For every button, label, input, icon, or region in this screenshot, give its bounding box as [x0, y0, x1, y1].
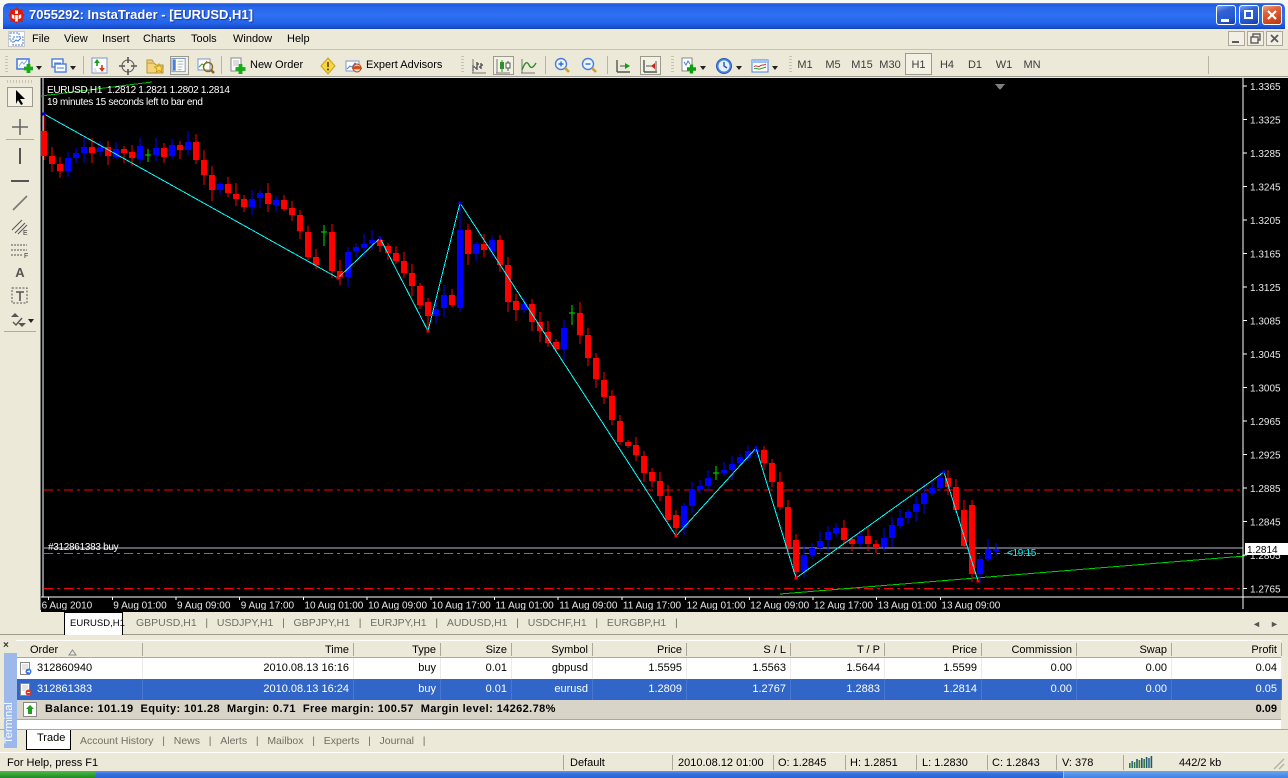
svg-text:9 Aug 17:00: 9 Aug 17:00	[241, 601, 295, 611]
svg-text:1.3165: 1.3165	[1250, 250, 1281, 261]
svg-text:1.2965: 1.2965	[1250, 417, 1281, 428]
svg-text:11 Aug 17:00: 11 Aug 17:00	[623, 601, 682, 611]
svg-text:1.3125: 1.3125	[1250, 283, 1281, 294]
svg-text:1.2845: 1.2845	[1250, 518, 1281, 529]
svg-text:1.3325: 1.3325	[1250, 116, 1281, 127]
svg-text:1.2765: 1.2765	[1250, 585, 1281, 596]
svg-text:<19:15: <19:15	[1007, 548, 1037, 559]
svg-text:9 Aug 09:00: 9 Aug 09:00	[177, 601, 231, 611]
svg-text:10 Aug 01:00: 10 Aug 01:00	[304, 601, 363, 611]
svg-text:F: F	[24, 253, 28, 259]
svg-text:1.2814: 1.2814	[1247, 545, 1278, 556]
svg-text:12 Aug 17:00: 12 Aug 17:00	[814, 601, 873, 611]
svg-text:12 Aug 01:00: 12 Aug 01:00	[687, 601, 746, 611]
svg-text:EURUSD,H1 1.2812 1.2821 1.280: EURUSD,H1 1.2812 1.2821 1.2802 1.2814	[47, 85, 230, 96]
svg-text:11 Aug 09:00: 11 Aug 09:00	[559, 601, 618, 611]
svg-text:13 Aug 01:00: 13 Aug 01:00	[878, 601, 937, 611]
svg-text:13 Aug 09:00: 13 Aug 09:00	[941, 601, 1000, 611]
svg-text:1.3045: 1.3045	[1250, 350, 1281, 361]
svg-text:1.2885: 1.2885	[1250, 484, 1281, 495]
svg-text:1.3365: 1.3365	[1250, 82, 1281, 93]
svg-text:1.3205: 1.3205	[1250, 216, 1281, 227]
svg-text:6 Aug 2010: 6 Aug 2010	[42, 601, 93, 611]
svg-text:1.3085: 1.3085	[1250, 317, 1281, 328]
svg-text:1.3005: 1.3005	[1250, 384, 1281, 395]
svg-text:11 Aug 01:00: 11 Aug 01:00	[496, 601, 555, 611]
svg-text:#312861383 buy: #312861383 buy	[48, 542, 119, 553]
svg-text:1.3285: 1.3285	[1250, 149, 1281, 160]
svg-text:10 Aug 17:00: 10 Aug 17:00	[432, 601, 491, 611]
svg-text:1.3245: 1.3245	[1250, 183, 1281, 194]
svg-text:9 Aug 01:00: 9 Aug 01:00	[113, 601, 167, 611]
svg-text:19 minutes 15 seconds left to: 19 minutes 15 seconds left to bar end	[47, 97, 203, 108]
svg-text:E: E	[23, 230, 28, 236]
svg-text:10 Aug 09:00: 10 Aug 09:00	[368, 601, 427, 611]
svg-text:1.2925: 1.2925	[1250, 451, 1281, 462]
svg-text:12 Aug 09:00: 12 Aug 09:00	[750, 601, 809, 611]
